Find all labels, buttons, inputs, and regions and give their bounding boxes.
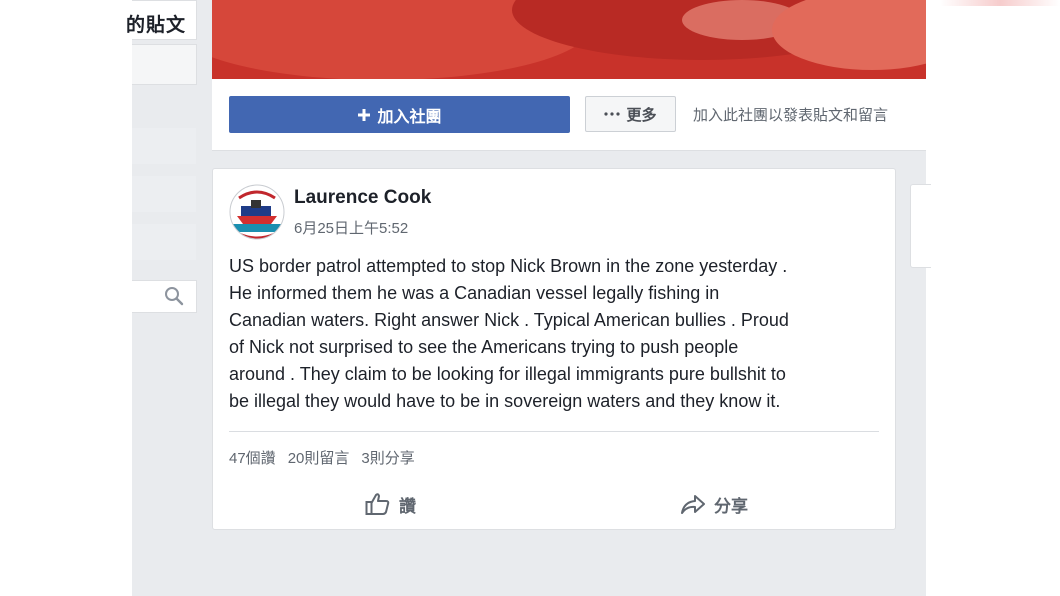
- like-label: 讚: [399, 496, 416, 516]
- share-count[interactable]: 3則分享: [361, 447, 414, 468]
- search-icon[interactable]: [164, 286, 184, 306]
- join-group-label: 加入社團: [377, 108, 442, 126]
- post-body-line: around . They claim to be looking for il…: [229, 364, 786, 384]
- post-stats: 47個讚 20則留言 3則分享: [229, 447, 415, 468]
- join-group-button[interactable]: 加入社團: [229, 96, 570, 133]
- thumbs-up-icon: [365, 493, 390, 515]
- share-label: 分享: [714, 496, 748, 516]
- post-author[interactable]: Laurence Cook: [294, 187, 431, 209]
- share-button[interactable]: 分享: [680, 490, 748, 518]
- sidebar-item-label: 的貼文: [126, 15, 187, 36]
- sidebar-item[interactable]: [132, 44, 197, 85]
- sidebar-placeholder: [132, 176, 196, 212]
- post-divider: [229, 431, 879, 432]
- like-button[interactable]: 讚: [365, 490, 416, 518]
- more-label: 更多: [626, 106, 657, 124]
- author-avatar[interactable]: [229, 184, 285, 240]
- ellipsis-icon: [604, 112, 621, 116]
- post-body-line: be illegal they would have to be in sove…: [229, 391, 781, 411]
- side-panel-card: [910, 184, 931, 268]
- comment-count[interactable]: 20則留言: [288, 447, 350, 468]
- plus-icon: [358, 108, 371, 121]
- window-edge: [940, 0, 1060, 6]
- like-count[interactable]: 47個讚: [229, 447, 276, 468]
- more-button[interactable]: 更多: [585, 96, 676, 132]
- sidebar-item-posts[interactable]: 的貼文: [126, 0, 197, 40]
- sidebar-placeholder: [132, 224, 196, 260]
- post-body-line: Canadian waters. Right answer Nick . Typ…: [229, 310, 789, 330]
- share-arrow-icon: [681, 495, 705, 514]
- post-timestamp[interactable]: 6月25日上午5:52: [294, 217, 408, 238]
- post-body: US border patrol attempted to stop Nick …: [229, 253, 879, 415]
- post-body-line: of Nick not surprised to see the America…: [229, 337, 739, 357]
- join-hint-text: 加入此社團以發表貼文和留言: [693, 107, 889, 124]
- post-body-line: He informed them he was a Canadian vesse…: [229, 283, 720, 303]
- post-body-line: US border patrol attempted to stop Nick …: [229, 256, 788, 276]
- cover-photo: [212, 0, 926, 79]
- sidebar-placeholder: [132, 128, 196, 164]
